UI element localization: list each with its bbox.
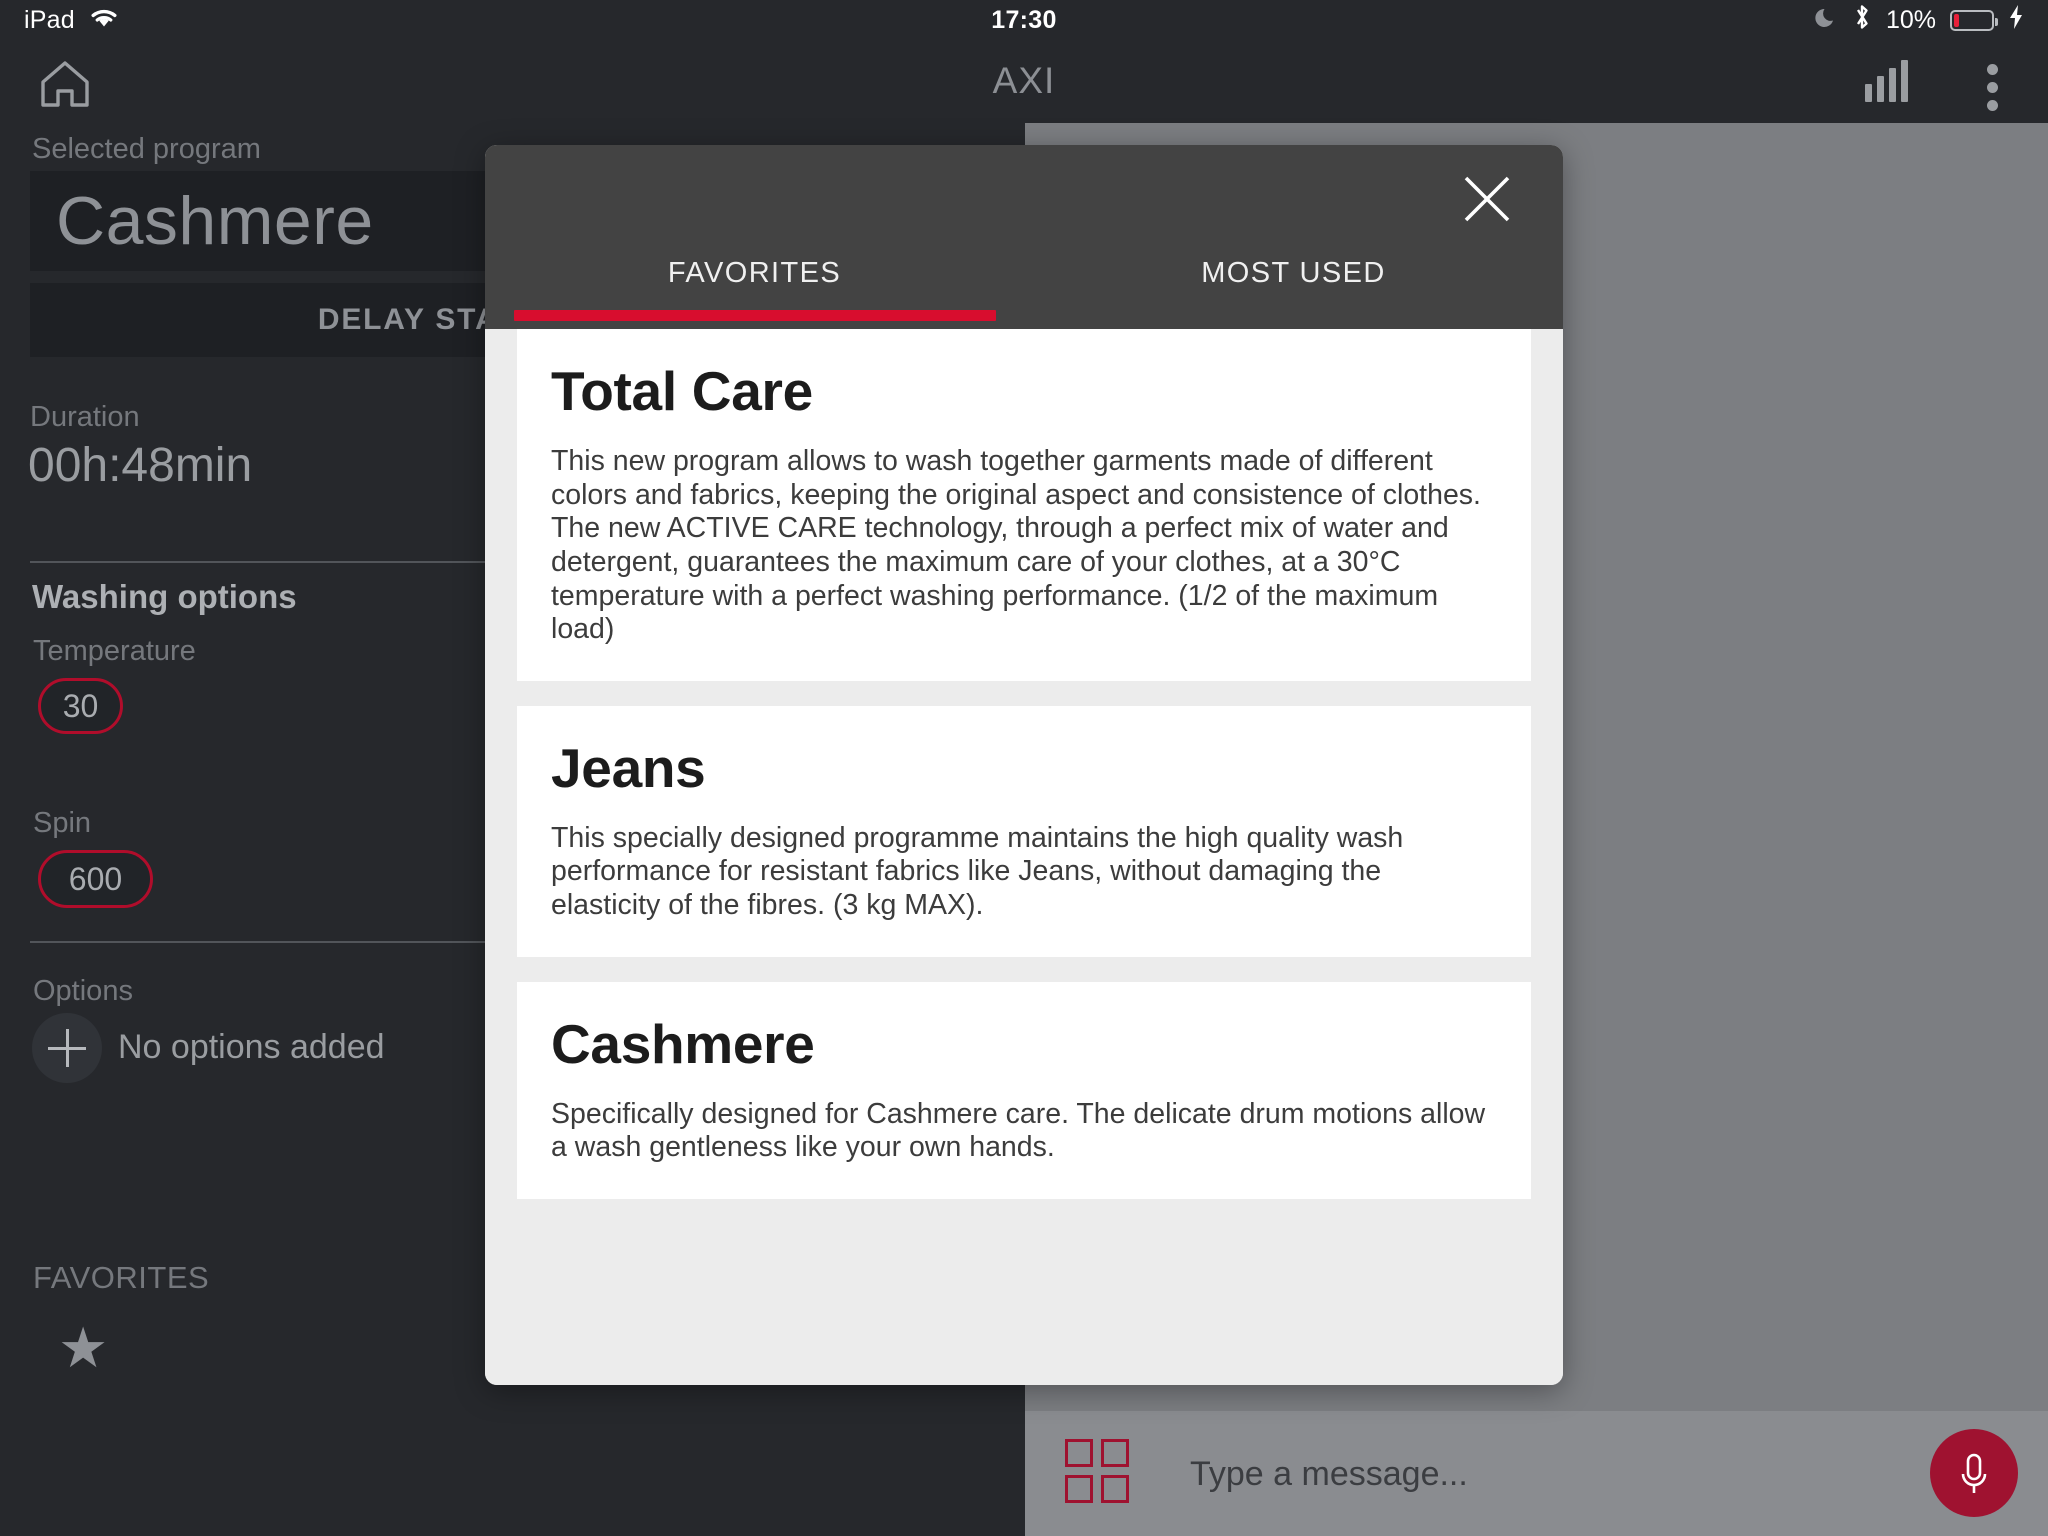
duration-label: Duration [30,401,140,433]
status-bar-clock: 17:30 [991,5,1057,34]
program-list: Total Care This new program allows to wa… [485,329,1563,1385]
kebab-menu-icon[interactable] [1987,64,1998,111]
favorites-modal: FAVORITES MOST USED Total Care This new … [485,145,1563,1385]
program-card[interactable]: Cashmere Specifically designed for Cashm… [517,981,1531,1199]
star-icon[interactable]: ★ [58,1320,108,1376]
ios-status-bar: iPad 17:30 10% [0,0,2048,40]
favorites-section-title: FAVORITES [33,1260,210,1295]
options-label: Options [33,975,133,1007]
moon-icon [1814,5,1838,36]
duration-value: 00h:48min [28,439,253,492]
battery-icon [1950,9,1998,31]
close-icon[interactable] [1459,171,1515,227]
tab-favorites[interactable]: FAVORITES [485,245,1024,329]
modal-header: FAVORITES MOST USED [485,145,1563,329]
grid-apps-icon[interactable] [1065,1439,1129,1503]
tab-favorites-label: FAVORITES [667,257,842,289]
tab-active-underline [513,310,996,321]
washing-options-title: Washing options [32,578,297,615]
program-card[interactable]: Jeans This specially designed programme … [517,705,1531,957]
spin-label: Spin [33,807,92,839]
spin-value-pill[interactable]: 600 [38,850,153,908]
program-title: Cashmere [551,1012,815,1075]
program-description: This new program allows to wash together… [551,445,1481,646]
signal-bars-icon[interactable] [1865,60,1908,102]
tab-most-used-label: MOST USED [1201,257,1386,289]
no-options-text: No options added [118,1028,385,1066]
temperature-value-pill[interactable]: 30 [38,678,123,734]
selected-program-label: Selected program [32,133,261,165]
program-card[interactable]: Total Care This new program allows to wa… [517,329,1531,681]
plus-icon[interactable] [32,1013,102,1083]
app-root: iPad 17:30 10% AXI Selected program Cash… [0,0,2048,1536]
status-bar-right: 10% [1814,0,2024,40]
program-description: Specifically designed for Cashmere care.… [551,1097,1486,1164]
battery-percent: 10% [1885,5,1936,34]
page-title: AXI [992,60,1056,101]
modal-tabs: FAVORITES MOST USED [485,245,1563,329]
program-title: Total Care [551,360,813,422]
app-header: AXI [0,40,2048,123]
spin-value: 600 [68,860,123,897]
bluetooth-icon [1852,3,1872,38]
selected-program-name: Cashmere [56,183,374,259]
temperature-value: 30 [62,687,99,724]
program-title: Jeans [551,736,706,799]
microphone-icon[interactable] [1930,1429,2018,1517]
temperature-label: Temperature [33,635,196,667]
chat-input-bar: Type a message... [1025,1411,2048,1536]
lightning-bolt-icon [2008,4,2024,37]
tab-most-used[interactable]: MOST USED [1024,245,1563,329]
message-input[interactable]: Type a message... [1190,1455,1468,1494]
program-description: This specially designed programme mainta… [551,821,1404,921]
